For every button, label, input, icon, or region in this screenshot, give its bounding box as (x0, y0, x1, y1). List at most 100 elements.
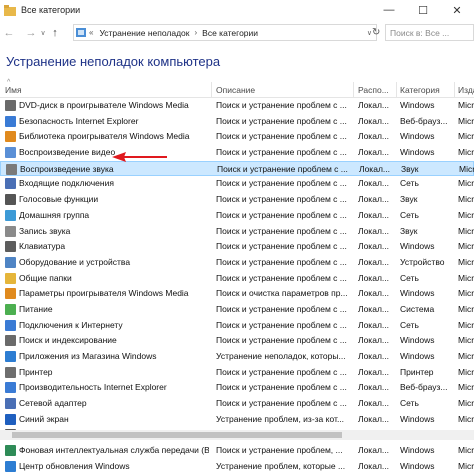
search-input[interactable]: Поиск в: Все ... (385, 24, 474, 41)
up-arrow-icon[interactable]: ↑ (48, 27, 62, 39)
troubleshooter-icon (5, 398, 16, 410)
troubleshooter-icon (5, 382, 16, 394)
row-name: Запись звука (19, 225, 71, 236)
breadcrumb-item[interactable]: Все категории (202, 28, 258, 38)
row-description: Устранение неполадок, которы... (216, 351, 346, 361)
address-bar[interactable]: « Устранение неполадок › Все категории ∨ (73, 24, 377, 41)
scrollbar-thumb[interactable] (12, 432, 342, 438)
row-publisher: Micr (458, 398, 474, 409)
table-row[interactable]: Общие папки Поиск и устранение проблем с … (0, 271, 474, 287)
table-row[interactable]: Воспроизведение видео Поиск и устранение … (0, 145, 474, 161)
column-header-location[interactable]: Распо... (358, 85, 396, 95)
troubleshooter-icon (5, 225, 16, 237)
row-description: Поиск и устранение проблем с ... (216, 398, 347, 409)
row-category: Система (400, 303, 435, 314)
table-row[interactable]: Принтер Поиск и устранение проблем с ... Л… (0, 365, 474, 381)
row-name: Параметры проигрывателя Windows Media (19, 288, 189, 299)
row-description: Поиск и устранение проблем с ... (216, 241, 347, 252)
row-publisher: Micr (459, 163, 474, 174)
table-body: DVD-диск в проигрывателе Windows Media По… (0, 98, 474, 475)
row-location: Локал... (358, 413, 389, 424)
troubleshooter-icon (5, 209, 16, 221)
row-name: Библиотека проигрывателя Windows Media (19, 131, 190, 142)
troubleshooter-icon (5, 256, 16, 268)
table-row[interactable]: Запись звука Поиск и устранение проблем с… (0, 224, 474, 240)
table-row[interactable]: Производительность Internet Explorer Поис… (0, 380, 474, 396)
row-description: Поиск и устранение проблем с ... (216, 115, 347, 126)
row-name: Приложения из Магазина Windows (19, 351, 157, 361)
row-location: Локал... (358, 351, 389, 361)
row-category: Звук (401, 163, 419, 174)
row-category: Windows (400, 335, 435, 346)
table-row[interactable]: DVD-диск в проигрывателе Windows Media По… (0, 98, 474, 114)
table-row[interactable]: Входящие подключения Поиск и устранение п… (0, 176, 474, 192)
row-description: Поиск и устранение проблем с ... (216, 131, 347, 142)
column-header-category[interactable]: Категория (400, 85, 453, 95)
table-row[interactable]: Питание Поиск и устранение проблем с ... Л… (0, 302, 474, 318)
table-row[interactable]: Домашняя группа Поиск и устранение пробле… (0, 208, 474, 224)
table-row[interactable]: Голосовые функции Поиск и устранение проб… (0, 192, 474, 208)
recent-locations-chevron-icon[interactable]: ∨ (38, 29, 48, 37)
column-divider[interactable] (211, 82, 212, 98)
row-category: Windows (400, 131, 435, 142)
row-publisher: Micr (458, 256, 474, 267)
breadcrumb-separator-icon[interactable]: › (195, 28, 198, 37)
breadcrumb-item[interactable]: Устранение неполадок (99, 28, 189, 38)
table-row[interactable]: Подключения к Интернету Поиск и устранени… (0, 318, 474, 334)
row-category: Звук (400, 225, 418, 236)
minimize-button[interactable]: — (372, 0, 406, 20)
table-row[interactable]: Клавиатура Поиск и устранение проблем с .… (0, 239, 474, 255)
row-description: Поиск и устранение проблем с ... (216, 272, 347, 283)
row-description: Поиск и устранение проблем с ... (216, 303, 347, 314)
troubleshooter-icon (5, 100, 16, 111)
row-location: Локал... (358, 398, 389, 409)
row-category: Устройство (400, 256, 445, 267)
column-header-publisher[interactable]: Изда (458, 85, 474, 95)
troubleshooter-icon (5, 351, 16, 362)
row-name: Принтер (19, 366, 53, 377)
row-location: Локал... (358, 272, 389, 283)
row-name: Общие папки (19, 272, 72, 283)
table-row[interactable]: Центр обновления Windows Устранение пробл… (0, 459, 474, 475)
forward-arrow-icon[interactable]: → (24, 27, 38, 39)
row-name: Клавиатура (19, 241, 66, 252)
table-row[interactable]: Воспроизведение звука Поиск и устранение … (0, 160, 474, 177)
table-row[interactable]: Библиотека проигрывателя Windows Media По… (0, 129, 474, 145)
horizontal-scrollbar[interactable] (0, 430, 474, 440)
troubleshooter-icon (5, 460, 16, 472)
table-row[interactable]: Поиск и индексирование Поиск и устранение… (0, 333, 474, 349)
column-header-description[interactable]: Описание (216, 85, 351, 95)
troubleshooter-icon (5, 147, 16, 159)
refresh-icon[interactable]: ↻ (372, 27, 380, 38)
close-button[interactable]: ✕ (440, 0, 474, 20)
table-row[interactable]: Фоновая интеллектуальная служба передачи… (0, 443, 474, 459)
table-row[interactable]: Оборудование и устройства Поиск и устране… (0, 255, 474, 271)
row-publisher: Micr (458, 382, 474, 393)
table-row[interactable]: Параметры проигрывателя Windows Media Пои… (0, 286, 474, 302)
column-divider[interactable] (353, 82, 354, 98)
row-category: Веб-брауз... (400, 115, 448, 126)
row-name: Оборудование и устройства (19, 256, 131, 267)
row-category: Windows (400, 445, 435, 456)
troubleshooter-icon (5, 413, 16, 425)
row-publisher: Micr (458, 272, 474, 283)
column-divider[interactable] (396, 82, 397, 98)
maximize-button[interactable]: ☐ (406, 0, 440, 20)
column-header-name[interactable]: Имя (5, 85, 205, 95)
row-description: Поиск и устранение проблем с ... (217, 163, 348, 174)
column-divider[interactable] (454, 82, 455, 98)
row-description: Поиск и устранение проблем с ... (216, 256, 347, 267)
row-category: Принтер (400, 366, 434, 377)
row-description: Поиск и устранение проблем, ... (216, 445, 343, 456)
row-category: Звук (400, 194, 418, 205)
row-publisher: Micr (458, 351, 474, 361)
row-category: Windows (400, 100, 435, 110)
table-row[interactable]: Безопасность Internet Explorer Поиск и ус… (0, 114, 474, 130)
table-row[interactable]: Синий экран Устранение проблем, из-за кот… (0, 412, 474, 428)
back-arrow-icon[interactable]: ← (2, 27, 16, 39)
page-title: Устранение неполадок компьютера (6, 54, 221, 69)
table-row[interactable]: Сетевой адаптер Поиск и устранение пробле… (0, 396, 474, 412)
troubleshooter-icon (5, 178, 16, 190)
table-row[interactable]: Приложения из Магазина Windows Устранение… (0, 349, 474, 365)
window-title: Все категории (21, 5, 81, 15)
